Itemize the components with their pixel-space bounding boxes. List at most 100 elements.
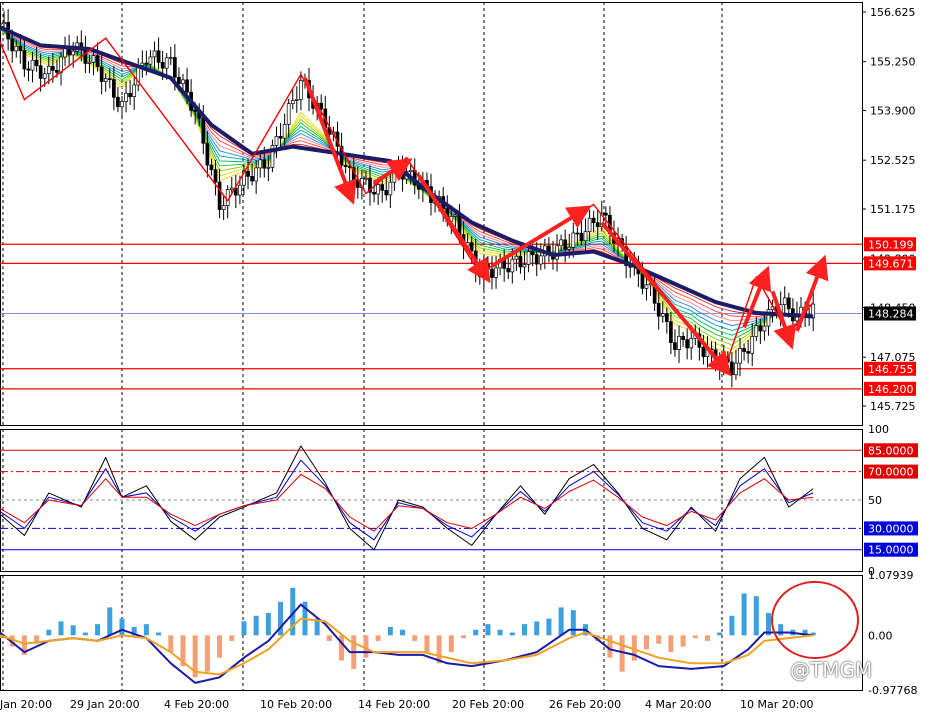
- candle-body: [213, 169, 218, 183]
- candle-body: [294, 99, 299, 101]
- candle-body: [217, 181, 222, 210]
- watermark: @TMGM: [790, 658, 872, 682]
- candle-body: [734, 362, 738, 376]
- candle-body: [14, 45, 19, 52]
- level-label: 146.200: [868, 383, 914, 396]
- histogram-bar: [82, 632, 88, 636]
- histogram-bar: [217, 635, 223, 658]
- candle-body: [591, 217, 596, 224]
- candle-body: [238, 184, 242, 196]
- osc-level-label: 30.0000: [868, 522, 914, 535]
- histogram-bar: [119, 618, 125, 636]
- histogram-bar: [70, 625, 76, 636]
- histogram-bar: [265, 612, 271, 636]
- candle-body: [209, 164, 214, 171]
- candle-body: [408, 169, 413, 172]
- candle-body: [762, 325, 767, 332]
- candle-body: [595, 222, 600, 228]
- candle-body: [640, 273, 645, 289]
- candle-body: [786, 297, 791, 310]
- histogram-bar: [546, 618, 552, 636]
- candle-body: [181, 79, 185, 84]
- candle-body: [156, 50, 161, 63]
- candle-body: [559, 239, 563, 247]
- candle-body: [278, 136, 283, 139]
- level-label: 150.199: [868, 238, 914, 251]
- candle-body: [91, 55, 96, 63]
- candle-body: [124, 92, 128, 102]
- candle-body: [205, 142, 210, 166]
- chart-window: 156.625155.250153.900152.525151.175149.8…: [0, 0, 929, 714]
- histogram-bar: [656, 635, 662, 644]
- price-tick-label: 156.625: [870, 6, 916, 19]
- watermark-text: @TMGM: [790, 658, 873, 682]
- candle-body: [221, 205, 226, 210]
- candle-body: [229, 187, 234, 190]
- price-tick-label: 152.525: [870, 154, 916, 167]
- candle-body: [286, 103, 291, 125]
- hist-tick-label: -0.97768: [868, 684, 917, 697]
- candle-body: [148, 56, 153, 65]
- candle-body: [18, 45, 23, 51]
- candle-body: [526, 251, 531, 265]
- candle-body: [319, 102, 324, 110]
- candle-body: [177, 76, 181, 84]
- histogram-bar: [46, 629, 52, 636]
- histogram-bar: [58, 621, 64, 636]
- hist-tick-label: 1.07939: [868, 569, 914, 582]
- candle-body: [164, 57, 169, 69]
- candle-body: [262, 159, 267, 169]
- candle-body: [567, 246, 572, 250]
- candle-body: [746, 351, 751, 354]
- histogram-bar: [229, 635, 235, 641]
- histogram-bar: [143, 624, 149, 636]
- level-label: 146.755: [868, 363, 914, 376]
- candle-body: [99, 66, 104, 82]
- osc-level-label: 15.0000: [868, 544, 914, 557]
- candle-body: [701, 346, 706, 357]
- candle-body: [555, 245, 559, 260]
- candle-body: [63, 47, 67, 58]
- candle-body: [116, 96, 120, 108]
- histogram-bar: [375, 635, 381, 641]
- histogram-bar: [741, 593, 747, 636]
- histogram-bar: [95, 624, 101, 636]
- candle-body: [685, 339, 690, 349]
- candle-body: [742, 348, 746, 352]
- x-axis-label: 10 Mar 20:00: [740, 698, 813, 711]
- x-axis-label: 29 Jan 20:00: [70, 698, 140, 711]
- candle-body: [254, 167, 259, 182]
- candle-body: [738, 348, 742, 364]
- candle-body: [380, 184, 385, 191]
- current-price-label: 148.284: [868, 308, 914, 321]
- histogram-bar: [387, 626, 393, 636]
- candle-body: [132, 84, 137, 97]
- candle-body: [644, 284, 649, 289]
- histogram-bar: [107, 607, 113, 636]
- candle-body: [59, 56, 63, 73]
- candle-body: [538, 255, 543, 265]
- histogram-bar: [168, 635, 174, 653]
- candle-body: [660, 313, 665, 317]
- histogram-bar: [644, 635, 649, 650]
- candle-body: [689, 338, 694, 349]
- candle-body: [673, 342, 677, 350]
- histogram-bar: [412, 635, 418, 641]
- candle-body: [494, 267, 498, 278]
- candle-body: [514, 255, 519, 260]
- price-tick-label: 153.900: [870, 104, 916, 117]
- candle-body: [55, 70, 59, 73]
- osc-level-label: 85.0000: [868, 444, 914, 457]
- candle-body: [152, 50, 157, 58]
- candle-body: [201, 117, 206, 144]
- histogram-bar: [448, 635, 454, 653]
- x-axis-label: 26 Feb 20:00: [549, 698, 621, 711]
- price-tick-label: 155.250: [870, 56, 916, 69]
- candle-body: [388, 181, 393, 196]
- candle-body: [343, 164, 348, 167]
- histogram-bar: [729, 615, 735, 636]
- candle-body: [518, 255, 523, 268]
- histogram-bar: [680, 635, 686, 647]
- histogram-bar: [558, 607, 564, 636]
- hist-tick-label: 0.00: [868, 629, 893, 642]
